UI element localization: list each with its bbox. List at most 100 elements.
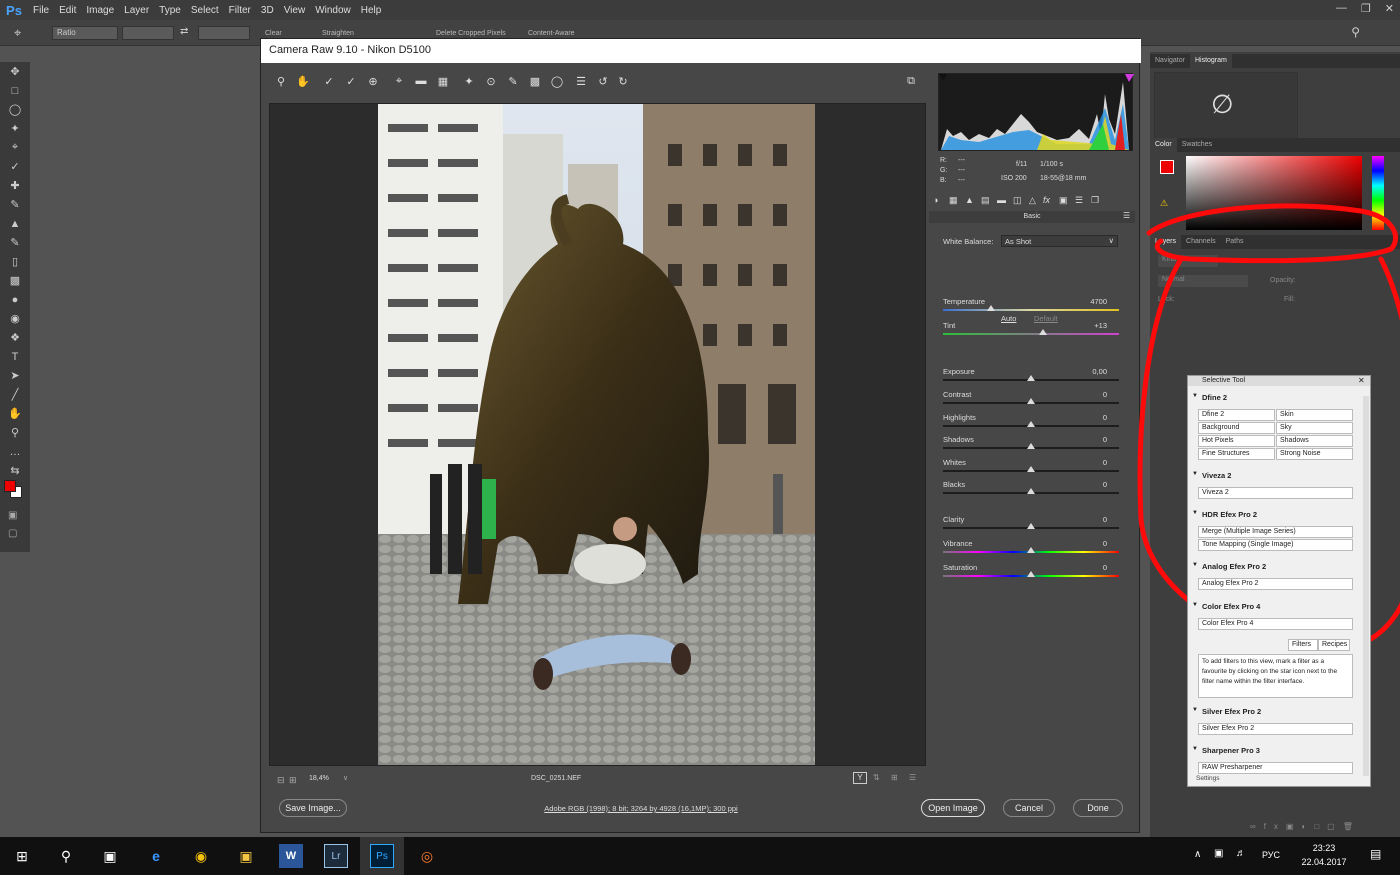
done-button[interactable]: Done (1073, 799, 1123, 817)
blend-mode-select[interactable]: Normal (1158, 275, 1248, 287)
slider-value[interactable]: 0 (1067, 480, 1107, 489)
slider-thumb[interactable] (1027, 547, 1035, 553)
toggle-settings-icon[interactable]: ☰ (909, 773, 916, 782)
slider-thumb[interactable] (1027, 571, 1035, 577)
move-tool-icon[interactable]: ✥ (0, 62, 30, 81)
default-link[interactable]: Default (1034, 314, 1058, 323)
menu-3d[interactable]: 3D (256, 5, 279, 16)
zoom-dropdown-icon[interactable]: ∨ (343, 774, 348, 782)
slider-value[interactable]: +13 (1067, 321, 1107, 330)
type-tool-icon[interactable]: T (0, 347, 30, 366)
selective-filter-button[interactable]: Silver Efex Pro 2 (1198, 723, 1353, 735)
copy-settings-icon[interactable]: ⊞ (891, 773, 898, 782)
menu-view[interactable]: View (279, 5, 311, 16)
content-aware-checkbox[interactable]: Content-Aware (528, 30, 575, 37)
slider-value[interactable]: 0 (1067, 515, 1107, 524)
collapse-arrow-icon[interactable]: ▼ (1192, 746, 1198, 752)
selective-group-header[interactable]: Color Efex Pro 4 (1202, 602, 1260, 611)
menu-layer[interactable]: Layer (119, 5, 154, 16)
slider-thumb[interactable] (1027, 466, 1035, 472)
path-select-icon[interactable]: ➤ (0, 366, 30, 385)
tab-layers[interactable]: Layers (1150, 235, 1182, 249)
detail-tab-icon[interactable]: ▲ (965, 195, 974, 205)
tray-chevron-icon[interactable]: ∧ (1194, 849, 1201, 860)
close-icon[interactable]: ✕ (1385, 2, 1394, 15)
crop-icon[interactable]: ⌖ (14, 25, 21, 41)
ratio-width-input[interactable] (122, 26, 174, 40)
collapse-arrow-icon[interactable]: ▼ (1192, 393, 1198, 399)
selective-filter-button[interactable]: RAW Presharpener (1198, 762, 1353, 774)
fg-color-chip[interactable] (1160, 160, 1174, 174)
graduated-filter-icon[interactable]: ▩ (527, 75, 543, 93)
hand-tool-icon[interactable]: ✋ (0, 404, 30, 423)
white-balance-icon[interactable]: ✓ (321, 75, 337, 93)
foreground-background-colors[interactable] (4, 480, 24, 500)
selective-filter-button[interactable]: Skin (1276, 409, 1353, 421)
slider-thumb[interactable] (1027, 443, 1035, 449)
recipes-tab[interactable]: Recipes (1318, 639, 1350, 651)
workflow-options-link[interactable]: Adobe RGB (1998); 8 bit; 3264 by 4928 (1… (511, 804, 771, 813)
slider-thumb[interactable] (1027, 421, 1035, 427)
white-balance-select[interactable]: As Shot ∨ (1001, 235, 1118, 247)
volume-icon[interactable]: ♬ (1236, 848, 1246, 859)
selective-filter-button[interactable]: Merge (Multiple Image Series) (1198, 526, 1353, 538)
red-eye-icon[interactable]: ⊙ (483, 75, 499, 93)
selective-filter-button[interactable]: Tone Mapping (Single Image) (1198, 539, 1353, 551)
selective-filter-button[interactable]: Strong Noise (1276, 448, 1353, 460)
menu-window[interactable]: Window (310, 5, 356, 16)
slider-value[interactable]: 0 (1067, 413, 1107, 422)
split-toning-tab-icon[interactable]: ▬ (997, 195, 1006, 205)
zoom-level[interactable]: 18,4% (309, 775, 329, 782)
lightroom-icon[interactable]: Lr (324, 844, 348, 868)
tab-navigator[interactable]: Navigator (1150, 54, 1190, 68)
more-tools-icon[interactable]: … (0, 442, 30, 461)
straighten-icon[interactable]: ▬ (413, 75, 429, 93)
blur-tool-icon[interactable]: ● (0, 290, 30, 309)
snapshots-tab-icon[interactable]: ❐ (1091, 195, 1099, 206)
task-view-icon[interactable]: ▣ (98, 844, 122, 868)
ratio-select[interactable]: Ratio (52, 26, 118, 40)
zoom-tool-icon[interactable]: ⚲ (0, 423, 30, 442)
scrollbar[interactable] (1363, 396, 1369, 776)
selective-filter-button[interactable]: Fine Structures (1198, 448, 1275, 460)
search-icon[interactable]: ⚲ (1351, 25, 1360, 39)
slider-value[interactable]: 0 (1067, 458, 1107, 467)
transform-icon[interactable]: ▦ (435, 75, 451, 93)
filters-tab[interactable]: Filters (1288, 639, 1318, 651)
menu-filter[interactable]: Filter (224, 5, 256, 16)
language-indicator[interactable]: РУС (1262, 850, 1280, 860)
crop-icon[interactable]: ⌖ (391, 75, 407, 93)
slider-value[interactable]: 0 (1067, 563, 1107, 572)
gradient-tool-icon[interactable]: ▩ (0, 271, 30, 290)
selective-group-header[interactable]: HDR Efex Pro 2 (1202, 510, 1257, 519)
selective-filter-button[interactable]: Hot Pixels (1198, 435, 1275, 447)
screen-mode-icon[interactable]: ▢ (8, 528, 17, 539)
stamp-tool-icon[interactable]: ▲ (0, 214, 30, 233)
clock-date[interactable]: 22.04.2017 (1294, 857, 1354, 867)
slider-value[interactable]: 0 (1067, 539, 1107, 548)
slider-track[interactable] (943, 333, 1119, 335)
slider-value[interactable]: 0,00 (1067, 367, 1107, 376)
eraser-tool-icon[interactable]: ▯ (0, 252, 30, 271)
slider-value[interactable]: 0 (1067, 390, 1107, 399)
zoom-out-icon[interactable]: ⊟ (277, 775, 285, 786)
collapse-arrow-icon[interactable]: ▼ (1192, 562, 1198, 568)
spot-removal-icon[interactable]: ✦ (461, 75, 477, 93)
healing-tool-icon[interactable]: ✚ (0, 176, 30, 195)
selective-group-header[interactable]: Silver Efex Pro 2 (1202, 707, 1261, 716)
save-image-button[interactable]: Save Image... (279, 799, 347, 817)
hue-slider[interactable] (1372, 156, 1384, 230)
selective-filter-button[interactable]: Dfine 2 (1198, 409, 1275, 421)
brush-tool-icon[interactable]: ✎ (0, 195, 30, 214)
targeted-adjust-icon[interactable]: ⊕ (365, 75, 381, 93)
menu-image[interactable]: Image (81, 5, 119, 16)
crop-tool-icon[interactable]: ⌖ (0, 138, 30, 157)
slider-thumb[interactable] (1027, 398, 1035, 404)
fullscreen-icon[interactable]: ⧉ (903, 75, 919, 93)
rotate-left-icon[interactable]: ↺ (595, 75, 611, 93)
collapse-arrow-icon[interactable]: ▼ (1192, 602, 1198, 608)
network-icon[interactable]: ▣ (1214, 848, 1223, 859)
tab-histogram[interactable]: Histogram (1189, 54, 1232, 68)
cancel-button[interactable]: Cancel (1003, 799, 1055, 817)
swap-before-after-icon[interactable]: ⇅ (873, 773, 880, 782)
